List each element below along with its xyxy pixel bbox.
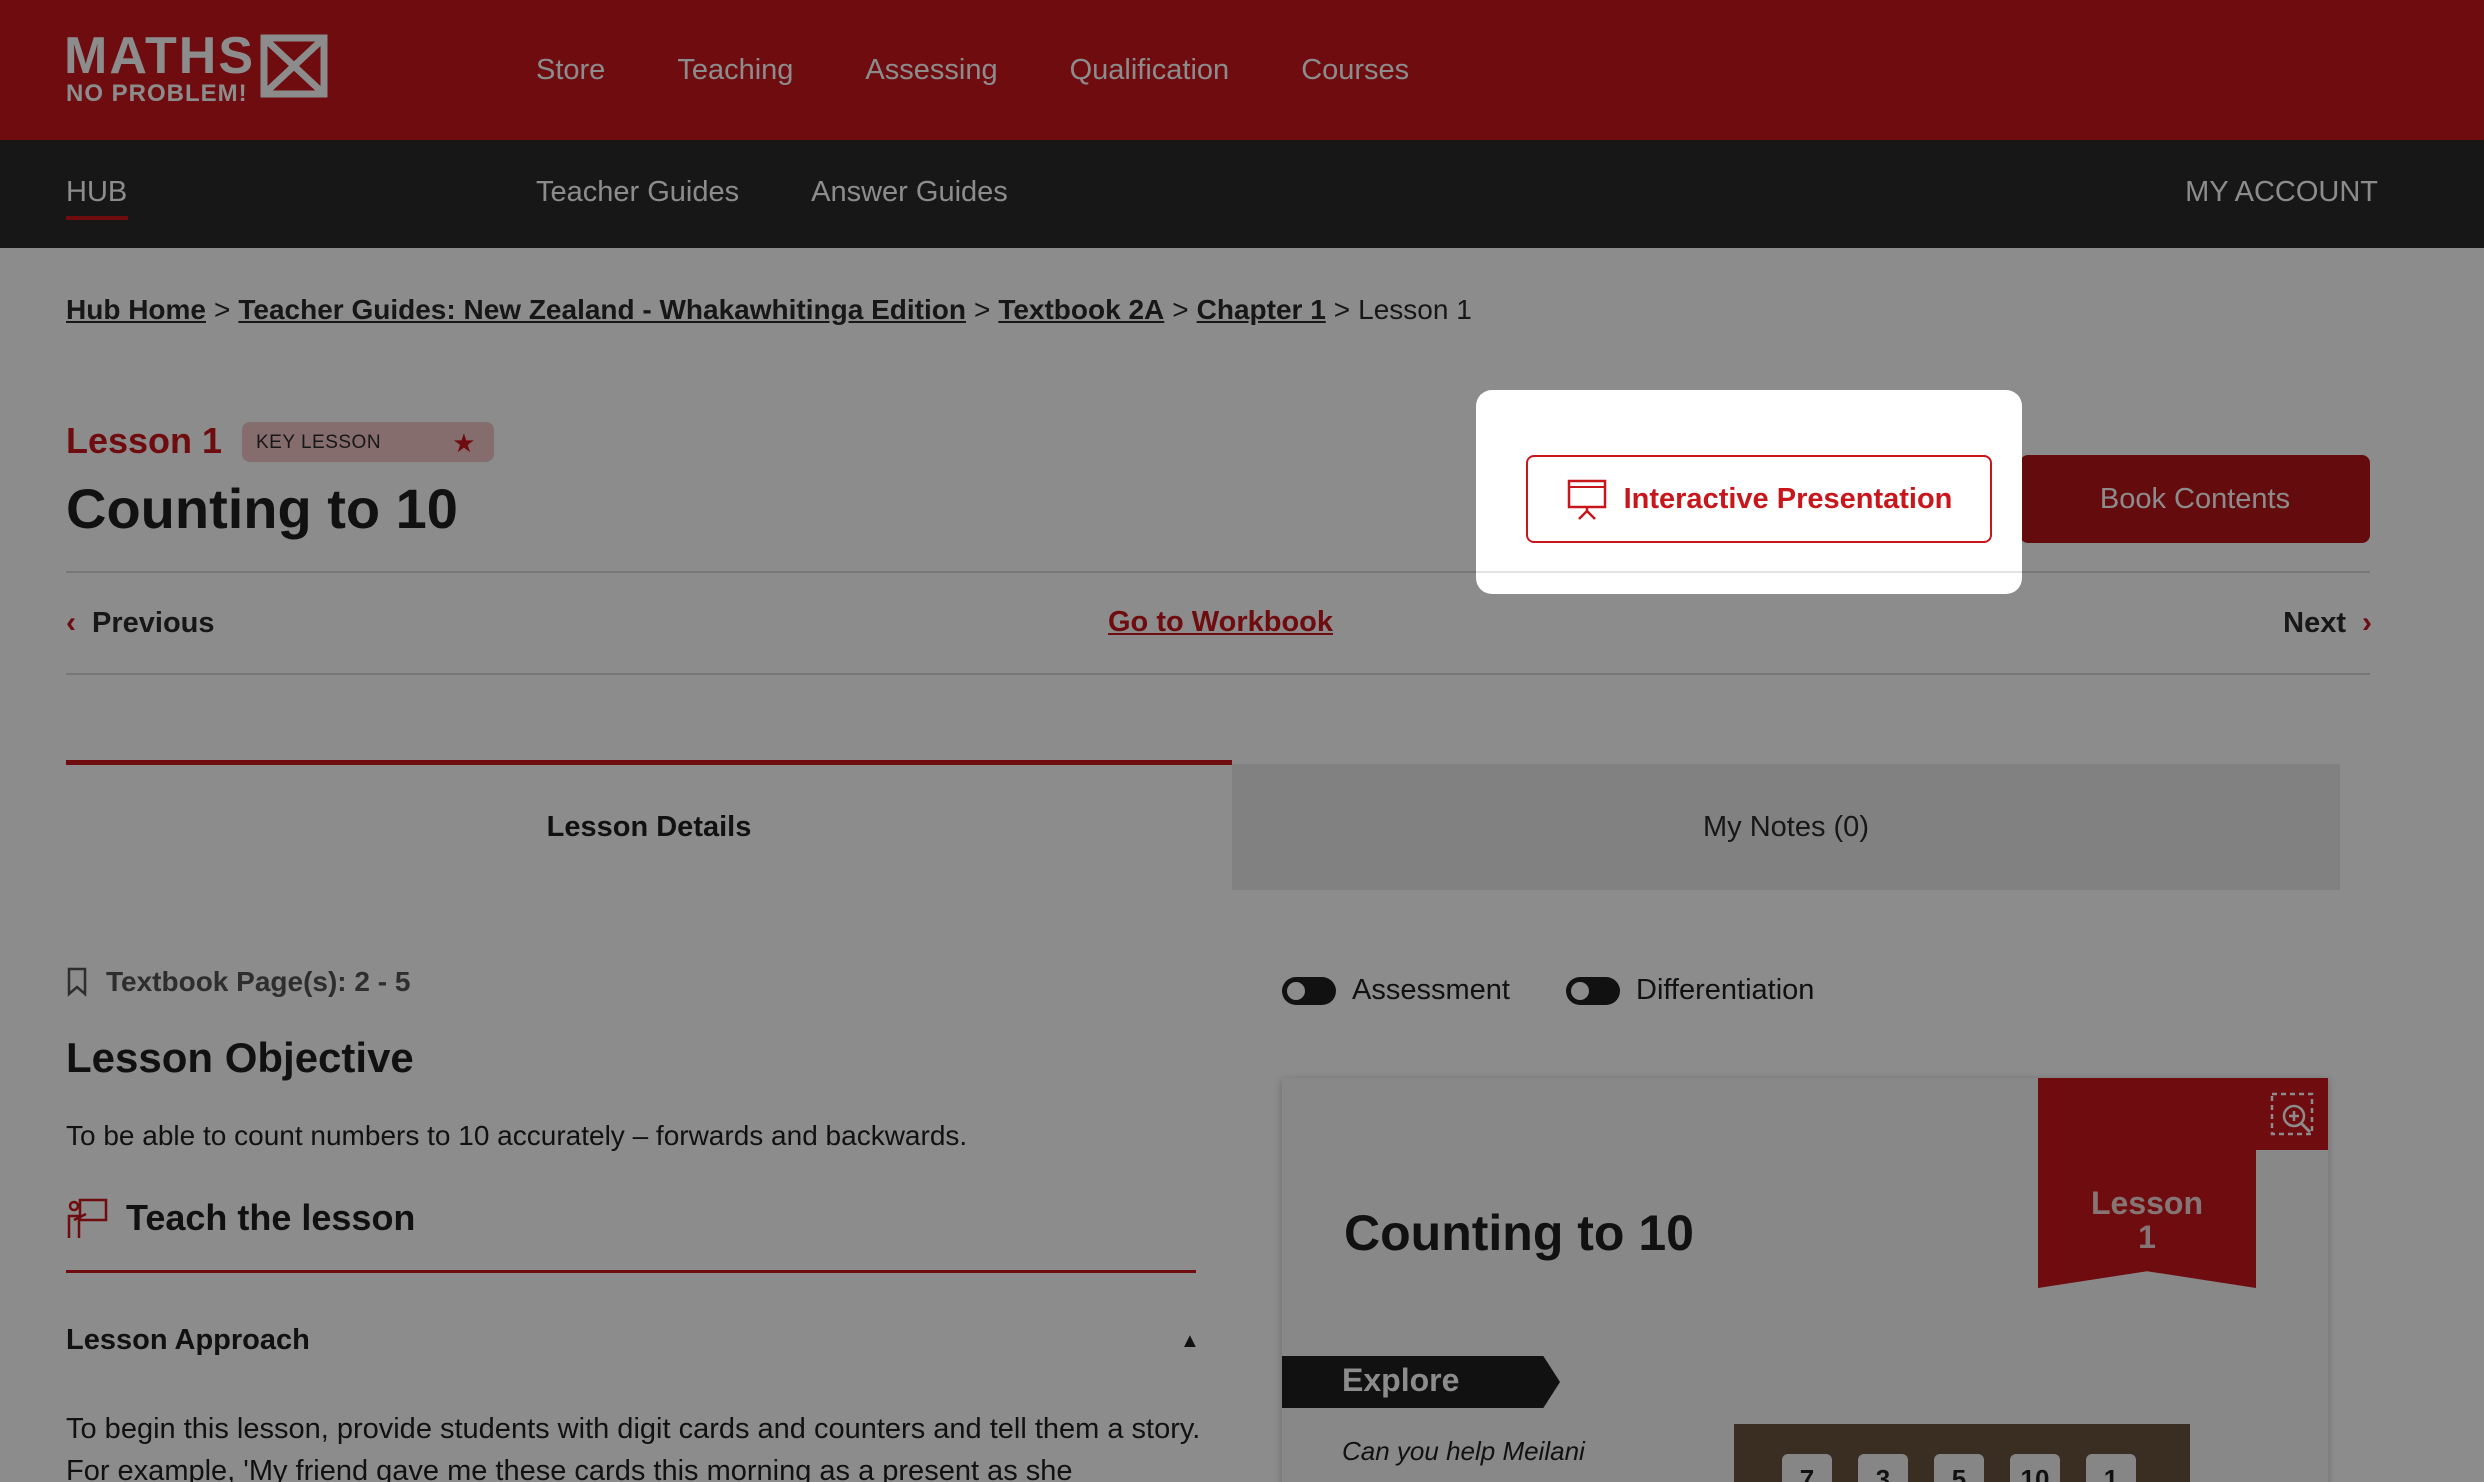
interactive-presentation-button[interactable]: Interactive Presentation <box>1526 455 1992 543</box>
interactive-presentation-label: Interactive Presentation <box>1623 482 1953 515</box>
tour-overlay[interactable] <box>0 0 2484 1482</box>
page: MATHS NO PROBLEM! Store Teaching Assessi… <box>0 0 2484 1482</box>
divider <box>1476 571 2022 573</box>
presentation-icon <box>1567 479 1606 520</box>
tour-spotlight: Interactive Presentation <box>1476 390 2022 594</box>
